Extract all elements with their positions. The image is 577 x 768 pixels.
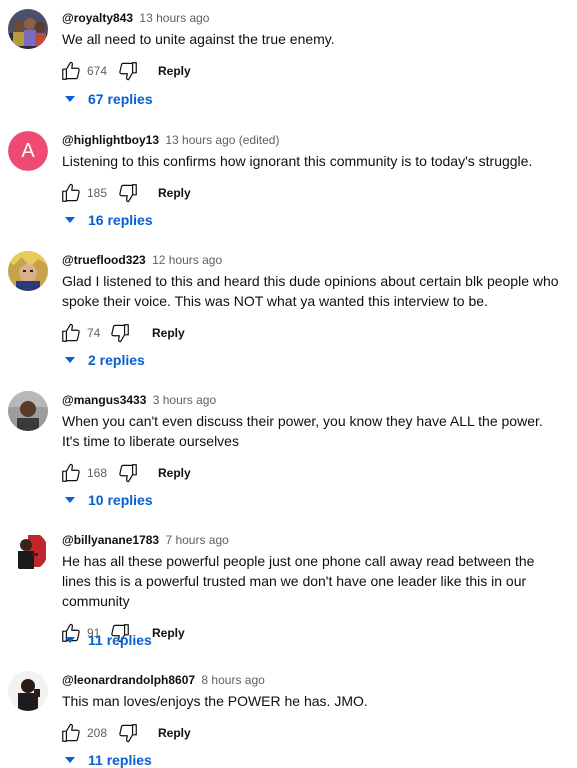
comment-text: This man loves/enjoys the POWER he has. … <box>62 693 368 709</box>
caret-down-icon <box>65 217 75 223</box>
reply-button[interactable]: Reply <box>158 457 191 489</box>
caret-down-icon <box>65 757 75 763</box>
reply-button[interactable]: Reply <box>152 317 185 349</box>
caret-down-icon <box>65 637 75 643</box>
reply-button[interactable]: Reply <box>158 55 191 87</box>
like-button[interactable]: 208 <box>60 717 107 749</box>
dislike-button[interactable] <box>117 717 139 749</box>
thumb-down-icon <box>117 462 139 484</box>
thumb-down-icon <box>109 322 131 344</box>
avatar[interactable] <box>8 391 48 431</box>
dislike-button[interactable] <box>117 55 139 87</box>
avatar[interactable] <box>8 9 48 49</box>
comment-text: He has all these powerful people just on… <box>62 553 535 609</box>
avatar-letter: A <box>8 131 48 171</box>
thumb-down-icon <box>117 182 139 204</box>
like-button[interactable]: 74 <box>60 317 100 349</box>
reply-button[interactable]: Reply <box>158 717 191 749</box>
comment-timestamp[interactable]: 12 hours ago <box>152 253 222 267</box>
comment-toolbar: 74 Reply <box>62 317 563 349</box>
thumb-up-icon <box>60 182 82 204</box>
dislike-button[interactable] <box>109 317 131 349</box>
avatar[interactable] <box>8 671 48 711</box>
comment-timestamp[interactable]: 7 hours ago <box>165 533 228 547</box>
view-replies-button[interactable]: 10 replies <box>65 490 153 510</box>
comment-text: Listening to this confirms how ignorant … <box>62 153 533 169</box>
dislike-button[interactable] <box>117 457 139 489</box>
comment-text: We all need to unite against the true en… <box>62 31 335 47</box>
comment-timestamp[interactable]: 8 hours ago <box>201 673 264 687</box>
avatar[interactable] <box>8 531 48 571</box>
view-replies-button[interactable]: 16 replies <box>65 210 153 230</box>
comment-text: Glad I listened to this and heard this d… <box>62 273 559 309</box>
thumb-up-icon <box>60 60 82 82</box>
like-count: 168 <box>87 466 108 480</box>
comment-author[interactable]: @highlightboy13 <box>62 133 159 147</box>
comment-toolbar: 674 Reply <box>62 55 563 87</box>
replies-count: 10 replies <box>88 492 153 508</box>
view-replies-button[interactable]: 11 replies <box>65 630 152 650</box>
thumb-up-icon <box>60 722 82 744</box>
comment-text: When you can't even discuss their power,… <box>62 413 543 449</box>
like-button[interactable]: 185 <box>60 177 107 209</box>
view-replies-button[interactable]: 67 replies <box>65 89 153 109</box>
caret-down-icon <box>65 497 75 503</box>
comment-timestamp[interactable]: 13 hours ago (edited) <box>165 133 279 147</box>
comment-toolbar: 168 Reply <box>62 457 563 489</box>
caret-down-icon <box>65 96 75 102</box>
thumb-up-icon <box>60 322 82 344</box>
replies-count: 11 replies <box>88 752 152 768</box>
comment-toolbar: 185 Reply <box>62 177 563 209</box>
replies-count: 11 replies <box>88 632 152 648</box>
like-count: 208 <box>87 726 108 740</box>
like-count: 185 <box>87 186 108 200</box>
caret-down-icon <box>65 357 75 363</box>
reply-button[interactable]: Reply <box>152 617 185 649</box>
comment-author[interactable]: @mangus3433 <box>62 393 146 407</box>
comment-author[interactable]: @billyanane1783 <box>62 533 159 547</box>
like-button[interactable]: 168 <box>60 457 107 489</box>
thumb-up-icon <box>60 462 82 484</box>
like-count: 674 <box>87 64 108 78</box>
comment-author[interactable]: @royalty843 <box>62 11 133 25</box>
replies-count: 67 replies <box>88 91 153 107</box>
replies-count: 16 replies <box>88 212 153 228</box>
view-replies-button[interactable]: 2 replies <box>65 350 145 370</box>
like-count: 74 <box>87 326 101 340</box>
thumb-down-icon <box>117 60 139 82</box>
reply-button[interactable]: Reply <box>158 177 191 209</box>
comment-timestamp[interactable]: 3 hours ago <box>153 393 216 407</box>
comment-timestamp[interactable]: 13 hours ago <box>139 11 209 25</box>
comment-toolbar: 208 Reply <box>62 717 563 749</box>
comment-author[interactable]: @trueflood323 <box>62 253 146 267</box>
avatar[interactable]: A <box>8 131 48 171</box>
view-replies-button[interactable]: 11 replies <box>65 750 152 768</box>
like-button[interactable]: 674 <box>60 55 107 87</box>
avatar[interactable] <box>8 251 48 291</box>
dislike-button[interactable] <box>117 177 139 209</box>
thumb-down-icon <box>117 722 139 744</box>
replies-count: 2 replies <box>88 352 145 368</box>
comment-author[interactable]: @leonardrandolph8607 <box>62 673 195 687</box>
